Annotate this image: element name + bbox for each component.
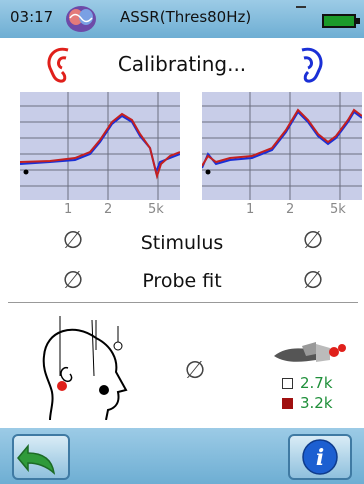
clock: 03:17 [10,8,54,26]
signal-mark [296,6,306,8]
back-button[interactable] [12,434,70,480]
info-icon: i [302,439,338,475]
right-tick-5k: 5k [330,202,346,217]
legend-white-swatch [282,378,293,389]
right-tick-2: 2 [286,202,295,217]
head-electrode-icon [42,316,128,420]
left-probe-graph [20,92,180,200]
svg-text:i: i [316,445,324,471]
legend-value-2: 3.2k [300,394,333,412]
brain-icon [66,6,96,32]
electrode-status-icon: ∅ [184,356,206,384]
right-stimulus-status-icon: ∅ [302,226,324,254]
right-tick-1: 1 [246,202,255,217]
battery-icon [322,14,356,28]
right-ear-icon [301,47,323,83]
left-tick-2: 2 [104,202,113,217]
probe-icon [274,342,346,362]
info-button[interactable]: i [288,434,352,480]
right-probe-fit-status-icon: ∅ [302,266,324,294]
section-divider [8,302,358,303]
back-arrow-icon [17,443,56,475]
right-probe-graph [202,92,362,200]
test-mode-title: ASSR(Thres80Hz) [120,8,252,26]
legend-value-1: 2.7k [300,374,333,392]
left-tick-5k: 5k [148,202,164,217]
legend-red-swatch [282,398,293,409]
left-tick-1: 1 [64,202,73,217]
battery-tip [356,18,360,24]
